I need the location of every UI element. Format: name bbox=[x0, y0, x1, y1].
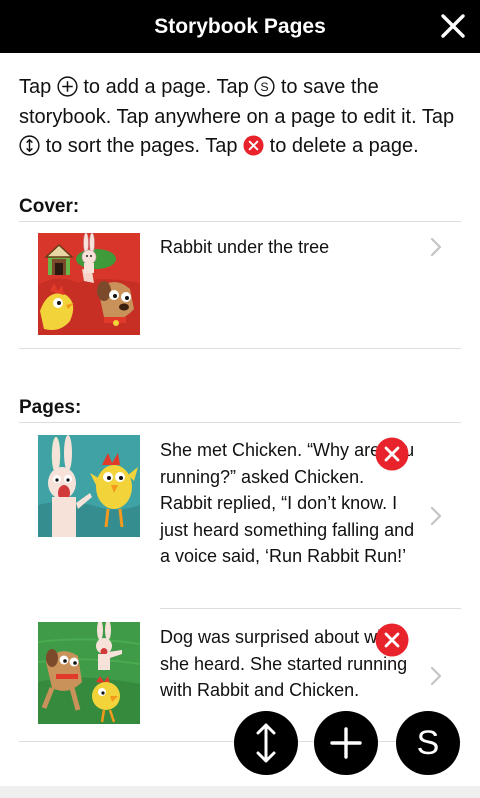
instructions-part-5: to delete a page. bbox=[269, 135, 419, 157]
bottom-bar bbox=[0, 786, 480, 798]
chevron-right-icon bbox=[430, 666, 442, 686]
plus-icon bbox=[330, 727, 362, 759]
pages-label: Pages: bbox=[19, 397, 82, 418]
instructions-part-4: to sort the pages. Tap bbox=[45, 135, 238, 157]
sort-circle-icon bbox=[19, 135, 40, 156]
sort-pages-button[interactable] bbox=[234, 711, 298, 775]
rabbit-and-chicken-illustration bbox=[38, 435, 140, 537]
dog-rabbit-chicken-running-illustration bbox=[38, 622, 140, 724]
delete-page-icon[interactable] bbox=[375, 437, 409, 471]
save-button-label: S bbox=[416, 723, 440, 762]
cover-label: Cover: bbox=[19, 196, 80, 217]
sort-arrows-icon bbox=[256, 723, 276, 763]
close-icon[interactable] bbox=[438, 11, 468, 41]
save-circle-icon: S bbox=[254, 76, 275, 97]
save-storybook-button[interactable]: S bbox=[396, 711, 460, 775]
svg-text:S: S bbox=[261, 80, 269, 94]
instructions-part-2: to add a page. Tap bbox=[83, 76, 249, 98]
add-circle-icon bbox=[57, 76, 78, 97]
chevron-right-icon bbox=[430, 506, 442, 526]
divider bbox=[19, 348, 461, 349]
top-bar: Storybook Pages bbox=[0, 0, 480, 53]
delete-circle-icon bbox=[243, 135, 264, 156]
add-page-button[interactable] bbox=[314, 711, 378, 775]
delete-page-icon[interactable] bbox=[375, 623, 409, 657]
page-title: Storybook Pages bbox=[154, 14, 326, 38]
instructions-text: Tap to add a page. Tap S to save the sto… bbox=[19, 73, 469, 162]
instructions-part-1: Tap bbox=[19, 76, 52, 98]
chevron-right-icon bbox=[430, 237, 442, 257]
rabbit-under-tree-illustration bbox=[38, 233, 140, 335]
cover-title: Rabbit under the tree bbox=[160, 237, 330, 257]
